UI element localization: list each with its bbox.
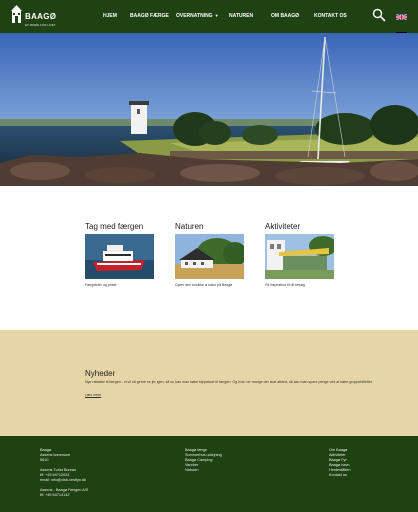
nav-item-overnatning[interactable]: OVERNATNING ▼ [176, 13, 219, 19]
site-header: BAAGØ ET MINDE FOR LIVET HJEM BAAGØ FÆRG… [0, 0, 418, 38]
logo-tagline: ET MINDE FOR LIVET [25, 23, 56, 27]
ferry-photo [85, 234, 154, 279]
search-icon[interactable] [372, 8, 386, 22]
site-footer: Baagø Assens kommune 5610 Assens Turist … [0, 436, 418, 512]
activities-photo [265, 234, 334, 279]
card-caption: Oplev den smukke ø natur på Baagø [175, 283, 233, 287]
footer-contact-column: Baagø Assens kommune 5610 Assens Turist … [40, 448, 88, 498]
feature-cards: Tag med færgen Færgetider og priser Natu… [0, 186, 418, 330]
main-nav: HJEM BAAGØ FÆRGE OVERNATNING ▼ NATUREN OM… [0, 13, 418, 21]
news-text: Nye rabatter til færgen - vi vil så gern… [85, 380, 373, 384]
nav-item-overnatning-label: OVERNATNING [176, 13, 213, 19]
footer-email-link[interactable]: email: info@visit-vestfyn.dk [40, 478, 88, 483]
footer-links-column-2: Om Baagø Aktiviteter Baagø Fyr Baagø hav… [329, 448, 351, 478]
card-title: Aktiviteter [265, 222, 301, 231]
chevron-down-icon: ▼ [214, 13, 219, 18]
card-title: Naturen [175, 222, 204, 231]
nav-item-kontakt-os[interactable]: KONTAKT OS [314, 13, 347, 19]
news-section: Nyheder Nye rabatter til færgen - vi vil… [0, 330, 418, 436]
flag-uk-icon[interactable] [395, 13, 408, 21]
read-more-link[interactable]: Læs mere [85, 393, 101, 397]
footer-text: tlf: +45 64714142 [40, 493, 70, 497]
card-caption: Få inspiration til dit besøg [265, 283, 305, 287]
footer-link[interactable]: Naturen [185, 468, 222, 473]
nav-item-om-baago[interactable]: OM BAAGØ [271, 13, 299, 19]
card-caption: Færgetider og priser [85, 283, 117, 287]
nav-item-baago-faerge[interactable]: BAAGØ FÆRGE [130, 13, 169, 19]
card-ferry[interactable]: Tag med færgen Færgetider og priser [85, 222, 155, 287]
nav-item-hjem[interactable]: HJEM [103, 13, 117, 19]
footer-link[interactable]: Kontakt os [329, 473, 351, 478]
nature-photo [175, 234, 244, 279]
nav-item-naturen[interactable]: NATUREN [229, 13, 253, 19]
hero-image [0, 33, 418, 186]
card-activities[interactable]: Aktiviteter Få inspiration til dit besøg [265, 222, 335, 287]
card-title: Tag med færgen [85, 222, 144, 231]
footer-links-column-1: Baagø færge Sommerhus udlejning Baagø Ca… [185, 448, 222, 473]
card-nature[interactable]: Naturen Oplev den smukke ø natur på Baag… [175, 222, 245, 287]
coast-lighthouse-photo [0, 33, 418, 186]
news-title: Nyheder [85, 369, 116, 378]
